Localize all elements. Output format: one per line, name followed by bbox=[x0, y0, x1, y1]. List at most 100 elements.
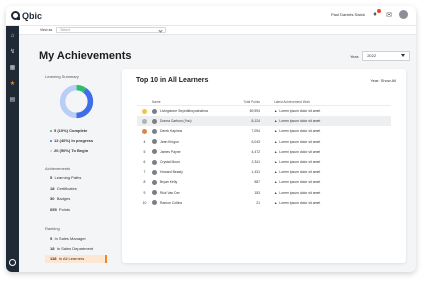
learner-name: Derek Kapinos bbox=[160, 129, 183, 134]
logo-text: Qbic bbox=[22, 10, 43, 21]
qbic-bottom-icon[interactable] bbox=[9, 259, 16, 266]
table-row[interactable]: 7 Howard Beasly 1,431 ▲ Lorem ipsum dolor si… bbox=[137, 167, 391, 177]
message-icon[interactable]: ✉ bbox=[385, 11, 393, 19]
achievements-section: Achievements 5 Learning Paths 18 Certifi… bbox=[45, 166, 81, 217]
book-icon[interactable]: ▤ bbox=[9, 96, 16, 103]
learning-summary-donut bbox=[59, 84, 94, 119]
points-cell: 69,594 bbox=[249, 109, 260, 114]
table-row[interactable]: 8 Bryan Kelly 587 ▲ Lorem ipsum dolor sit am… bbox=[137, 177, 391, 187]
rank-cell: 6 bbox=[137, 160, 152, 164]
name-cell: Donna Carlson (You) bbox=[152, 118, 232, 124]
table-row[interactable]: 10 Ramon Collins 21 ▲ Lorem ipsum dolor sit … bbox=[137, 198, 391, 208]
rank-cell: 8 bbox=[137, 180, 152, 184]
logo[interactable]: Qbic bbox=[6, 11, 56, 21]
name-cell: Rick Van Der bbox=[152, 190, 232, 196]
table-row[interactable]: Donna Carlson (You) 8,124 ▲ Lorem ipsum dol… bbox=[137, 116, 391, 127]
table-row[interactable]: Livingstone Seyedkhoyoshahna 69,594 ▲ Lorem… bbox=[137, 106, 391, 116]
side-navigation: ⌂ ↯ ▦ ★ ▤ bbox=[6, 26, 19, 272]
top-bar: Qbic Paul Daniels Swick ♦ ✉ bbox=[6, 6, 416, 26]
user-avatar bbox=[152, 108, 157, 114]
rank-cell: 4 bbox=[137, 140, 152, 144]
ranking-item-sales-manager[interactable]: 5 In Sales Manager bbox=[45, 235, 107, 243]
catalog-icon[interactable]: ▦ bbox=[9, 64, 16, 71]
table-row[interactable]: Derek Kapinos 7,094 ▲ Lorem ipsum dolor sit… bbox=[137, 126, 391, 136]
stat-certificates: 18 Certificates bbox=[45, 186, 81, 191]
learner-name: Rick Van Der bbox=[160, 190, 180, 195]
paths-icon[interactable]: ↯ bbox=[9, 48, 16, 55]
user-avatar bbox=[152, 190, 157, 196]
rank-number: 4 bbox=[143, 139, 146, 144]
table-row[interactable]: 6 Crystal Moon 2,341 ▲ Lorem ipsum dolor sit… bbox=[137, 157, 391, 167]
learning-legend: 5 (10%) Complete 12 (40%) In progress 20… bbox=[50, 128, 93, 153]
learner-name: Bryan Kelly bbox=[160, 180, 178, 185]
achievement-text: Lorem ipsum dolor sit amet bbox=[279, 200, 321, 205]
legend-dot bbox=[50, 129, 52, 132]
name-cell: Crystal Moon bbox=[152, 159, 232, 165]
achievement-cell: ▲ Lorem ipsum dolor sit amet bbox=[268, 160, 391, 164]
table-header: Name Total Points Latest Achievement Wor… bbox=[137, 99, 391, 106]
rank-value: 118 bbox=[50, 256, 57, 261]
trophy-icon: ▲ bbox=[274, 109, 278, 114]
view-as-select[interactable]: Select bbox=[56, 27, 167, 33]
year-select[interactable]: 2022 bbox=[362, 51, 411, 61]
avatar[interactable] bbox=[399, 10, 408, 19]
table-body: Livingstone Seyedkhoyoshahna 69,594 ▲ Lorem… bbox=[137, 106, 391, 208]
medal-icon bbox=[142, 108, 147, 114]
home-icon[interactable]: ⌂ bbox=[9, 32, 16, 39]
user-avatar bbox=[152, 118, 157, 124]
name-cell: Derek Kapinos bbox=[152, 128, 232, 134]
view-as-label: View as bbox=[40, 28, 53, 32]
legend-dot bbox=[50, 149, 52, 152]
achievement-cell: ▲ Lorem ipsum dolor sit amet bbox=[268, 129, 391, 133]
user-avatar bbox=[152, 139, 157, 145]
trophy-icon[interactable]: ★ bbox=[9, 80, 16, 87]
name-cell: Ramon Collins bbox=[152, 200, 232, 206]
table-row[interactable]: 4 Jean Kingon 6,043 ▲ Lorem ipsum dolor sit … bbox=[137, 137, 391, 147]
trophy-icon: ▲ bbox=[274, 129, 278, 134]
rank-label: In Sales Manager bbox=[54, 236, 86, 241]
learner-name: Howard Beasly bbox=[160, 170, 183, 175]
user-avatar bbox=[152, 149, 157, 155]
achievement-text: Lorem ipsum dolor sit amet bbox=[279, 160, 321, 165]
user-avatar bbox=[152, 179, 157, 185]
achievement-text: Lorem ipsum dolor sit amet bbox=[279, 129, 321, 134]
points-cell: 587 bbox=[254, 180, 260, 185]
rank-cell: 10 bbox=[137, 201, 152, 205]
achievement-text: Lorem ipsum dolor sit amet bbox=[279, 149, 321, 154]
achievement-text: Lorem ipsum dolor sit amet bbox=[279, 170, 321, 175]
ranking-item-all-learners[interactable]: 118 In All Learners bbox=[45, 255, 107, 263]
name-cell: Howard Beasly bbox=[152, 169, 232, 175]
stat-label: Badges bbox=[56, 196, 71, 201]
rank-cell: 7 bbox=[137, 170, 152, 174]
stat-label: Learning Paths bbox=[54, 175, 82, 180]
trophy-icon: ▲ bbox=[274, 119, 278, 124]
user-avatar bbox=[152, 159, 157, 165]
legend-label: 20 (50%) To Begin bbox=[54, 148, 89, 153]
learner-name: Donna Carlson (You) bbox=[160, 119, 192, 124]
year-filter: Year: 2022 bbox=[350, 51, 411, 61]
table-row[interactable]: 5 James Payne 4,472 ▲ Lorem ipsum dolor sit … bbox=[137, 147, 391, 157]
legend-to-begin: 20 (50%) To Begin bbox=[50, 148, 93, 153]
legend-complete: 5 (10%) Complete bbox=[50, 128, 93, 133]
stat-label: Certificates bbox=[56, 185, 77, 191]
card-title: Top 10 in All Learners bbox=[136, 77, 209, 84]
rank-value: 18 bbox=[50, 246, 55, 251]
learner-name: James Payne bbox=[160, 149, 181, 154]
points-cell: 1,431 bbox=[251, 170, 261, 175]
rank-label: In All Learners bbox=[58, 256, 85, 261]
name-cell: James Payne bbox=[152, 149, 232, 155]
achievement-cell: ▲ Lorem ipsum dolor sit amet bbox=[268, 180, 391, 184]
card-year-filter[interactable]: Year: Show All bbox=[370, 78, 396, 83]
rank-cell bbox=[137, 128, 152, 134]
legend-dot bbox=[50, 139, 52, 142]
table-row[interactable]: 9 Rick Van Der 153 ▲ Lorem ipsum dolor sit a… bbox=[137, 188, 391, 198]
stat-badges: 30 Badges bbox=[45, 196, 81, 201]
achievement-cell: ▲ Lorem ipsum dolor sit amet bbox=[268, 201, 391, 205]
ranking-item-sales-department[interactable]: 18 In Sales Department bbox=[45, 245, 107, 253]
leaderboard-table: Name Total Points Latest Achievement Wor… bbox=[137, 99, 391, 208]
trophy-icon: ▲ bbox=[274, 190, 278, 195]
rank-cell bbox=[137, 118, 152, 124]
user-avatar bbox=[152, 200, 157, 206]
stat-count: 18 bbox=[50, 185, 55, 191]
notification-bell-icon[interactable]: ♦ bbox=[371, 8, 381, 19]
